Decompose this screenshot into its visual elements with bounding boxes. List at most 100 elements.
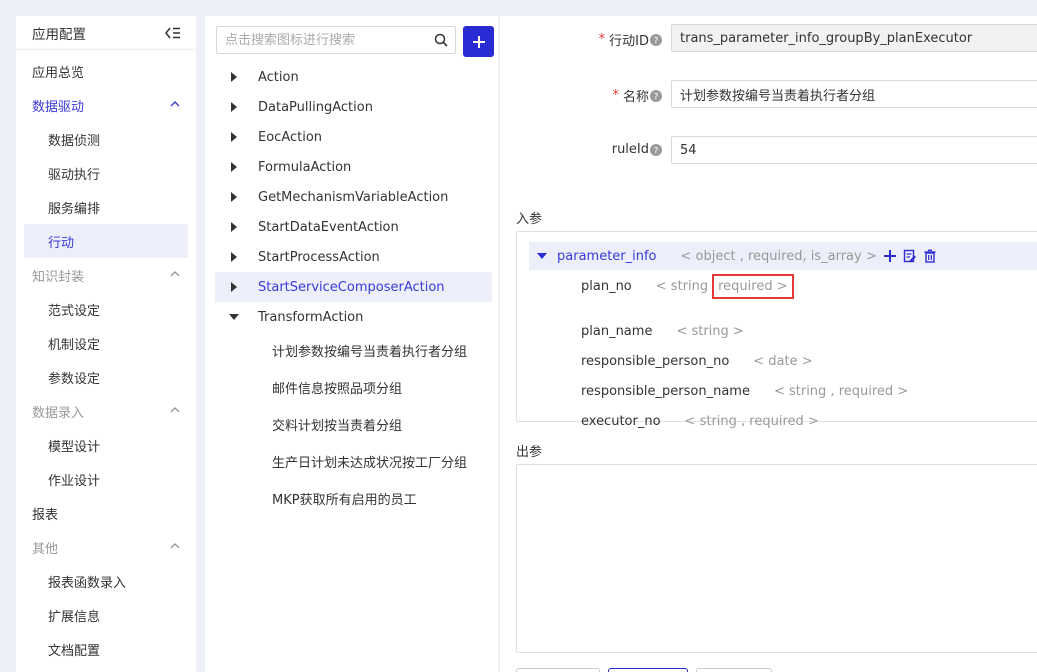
tree-node[interactable]: DataPullingAction [215,92,492,122]
help-icon[interactable]: ? [650,143,662,156]
sidebar-item-parameter[interactable]: 参数设定 [16,360,196,394]
tree-node-label: StartDataEventAction [258,219,399,235]
param-field-meta: < string [655,278,709,294]
sidebar-item-label: 报表函数录入 [48,575,127,591]
caret-right-icon[interactable] [230,252,238,262]
tree-leaf[interactable]: 计划参数按编号当责着执行者分组 [205,332,498,369]
param-root-row[interactable]: parameter_info < object , required, is_a… [529,242,1037,270]
name-field[interactable] [671,80,1037,108]
sidebar-item-label: 报表 [32,507,59,523]
tree-node[interactable]: FormulaAction [215,152,492,182]
footer-button[interactable] [696,668,772,672]
tree-leaf[interactable]: 交料计划按当责着分组 [205,406,498,443]
sidebar-item-doc-config[interactable]: 文档配置 [16,632,196,666]
sidebar-item-extension-info[interactable]: 扩展信息 [16,598,196,632]
add-field-icon[interactable] [883,249,897,263]
tree-leaf[interactable]: 邮件信息按照品项分组 [205,369,498,406]
action-id-label: * 行动ID ? [599,30,662,49]
tree-node-label: EocAction [258,129,323,145]
tree-node-selected[interactable]: StartServiceComposerAction [215,272,492,302]
chevron-up-icon [170,407,180,413]
param-field-row[interactable]: responsible_person_name < string , requi… [581,381,908,401]
tree-node-label: TransformAction [258,309,364,325]
required-star: * [598,32,606,47]
param-field-meta: < string > [676,323,744,339]
sidebar: 应用配置 应用总览 数据驱动 数据侦测 驱动执行 服务编排 行动 知识封装 范式… [16,16,196,672]
caret-down-icon[interactable] [537,252,547,260]
tree-node[interactable]: StartDataEventAction [215,212,492,242]
svg-text:?: ? [654,146,659,156]
sidebar-item-label: 其他 [32,541,59,557]
sidebar-item-label: 作业设计 [48,473,101,489]
tree-node[interactable]: EocAction [215,122,492,152]
add-action-button[interactable] [463,26,494,57]
param-field-row[interactable]: executor_no < string , required > [581,411,819,431]
input-params-box: parameter_info < object , required, is_a… [516,231,1037,429]
sidebar-group-data-driven[interactable]: 数据驱动 [16,88,196,122]
sidebar-item-mechanism[interactable]: 机制设定 [16,326,196,360]
rule-id-field[interactable] [671,136,1037,164]
search-input[interactable] [217,27,427,53]
sidebar-group-knowledge[interactable]: 知识封装 [16,258,196,292]
param-field-name: responsible_person_no [581,353,730,369]
sidebar-group-data-entry[interactable]: 数据录入 [16,394,196,428]
caret-down-icon[interactable] [229,313,239,321]
sidebar-item-report[interactable]: 报表 [16,496,196,530]
tree-leaf[interactable]: MKP获取所有启用的员工 [205,480,498,517]
sidebar-item-label: 机制设定 [48,337,101,353]
caret-right-icon[interactable] [230,162,238,172]
help-icon[interactable]: ? [650,33,662,46]
name-row: * 名称 ? [500,80,1037,108]
tree-node[interactable]: GetMechanismVariableAction [215,182,492,212]
sidebar-item-label: 数据驱动 [32,99,85,115]
caret-right-icon[interactable] [230,282,238,292]
tree-leaf-label: 生产日计划未达成状况按工厂分组 [272,456,468,471]
sidebar-item-app-overview[interactable]: 应用总览 [16,54,196,88]
tree-node[interactable]: StartProcessAction [215,242,492,272]
action-id-row: * 行动ID ? [500,24,1037,52]
caret-right-icon[interactable] [230,192,238,202]
action-tree-panel: Action DataPullingAction EocAction Formu… [205,16,498,672]
caret-right-icon[interactable] [230,132,238,142]
sidebar-item-data-detection[interactable]: 数据侦测 [16,122,196,156]
param-field-name: executor_no [581,413,661,429]
caret-right-icon[interactable] [230,222,238,232]
tree-leaf[interactable]: 生产日计划未达成状况按工厂分组 [205,443,498,480]
plus-icon [472,35,485,48]
sidebar-item-label: 范式设定 [48,303,101,319]
sidebar-item-service-orchestration[interactable]: 服务编排 [16,190,196,224]
tree-node[interactable]: Action [215,62,492,92]
param-field-meta: < string , required > [684,413,819,429]
caret-right-icon[interactable] [230,72,238,82]
param-root-actions [883,249,937,263]
footer-button[interactable] [516,668,600,672]
action-detail-panel: *行动ID ? *名称 ? ruleId ? 入参 parameter_info… [500,16,1037,672]
sidebar-item-action[interactable]: 行动 [24,224,188,258]
collapse-menu-icon[interactable] [164,26,182,40]
tree-node-expanded[interactable]: TransformAction [215,302,492,332]
caret-right-icon[interactable] [230,102,238,112]
sidebar-item-report-function[interactable]: 报表函数录入 [16,564,196,598]
help-icon[interactable]: ? [650,89,662,102]
delete-icon[interactable] [923,249,937,263]
input-params-title: 入参 [516,212,543,227]
param-field-name: plan_name [581,323,653,339]
tree-node-label: Action [258,69,299,85]
sidebar-item-paradigm[interactable]: 范式设定 [16,292,196,326]
sidebar-group-other[interactable]: 其他 [16,530,196,564]
param-field-row[interactable]: plan_name < string > [581,321,744,341]
action-id-field[interactable] [671,24,1037,52]
search-icon[interactable] [427,27,455,53]
edit-icon[interactable] [903,249,917,263]
sidebar-item-label: 数据侦测 [48,133,101,149]
param-field-row[interactable]: responsible_person_no < date > [581,351,813,371]
chevron-up-icon [170,543,180,549]
sidebar-item-drive-execution[interactable]: 驱动执行 [16,156,196,190]
sidebar-item-label: 模型设计 [48,439,101,455]
sidebar-item-model-design[interactable]: 模型设计 [16,428,196,462]
sidebar-item-job-design[interactable]: 作业设计 [16,462,196,496]
chevron-up-icon [170,271,180,277]
param-root-meta: < object , required, is_array > [680,248,877,264]
param-field-row[interactable]: plan_no < string required > [581,273,794,299]
footer-primary-button[interactable] [608,668,688,672]
